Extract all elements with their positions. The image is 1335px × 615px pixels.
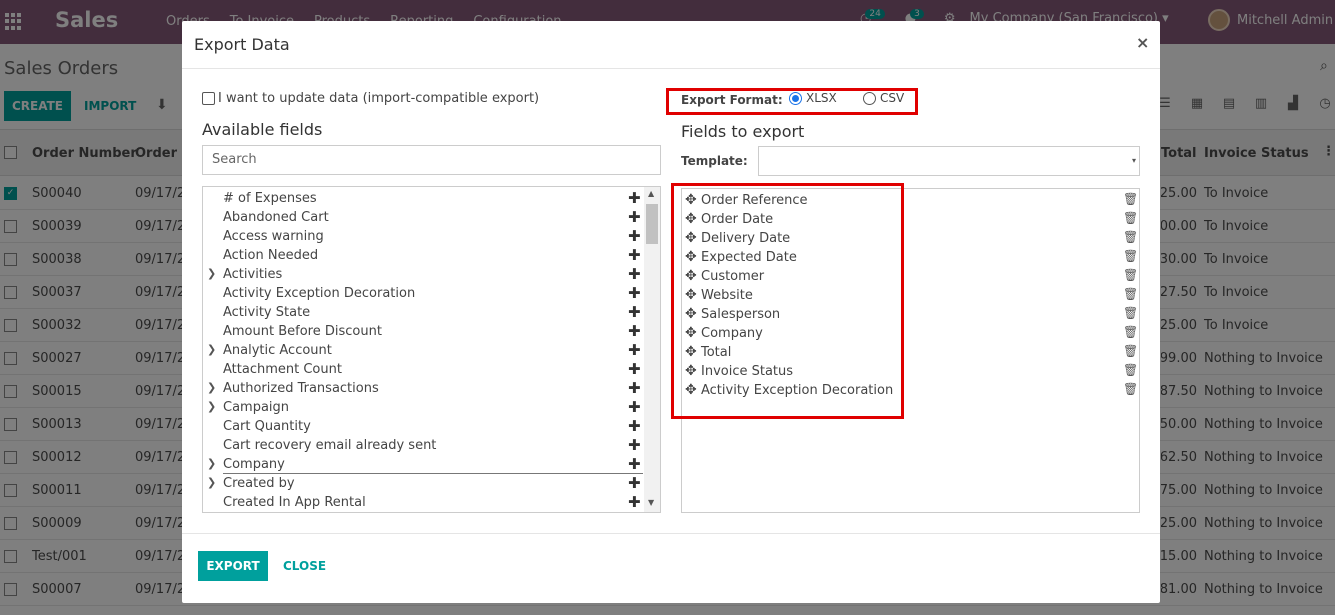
- add-field-icon[interactable]: ✚: [628, 417, 641, 435]
- add-field-icon[interactable]: ✚: [628, 227, 641, 245]
- available-field-label: Campaign: [223, 400, 290, 415]
- chevron-right-icon[interactable]: ❯: [207, 343, 216, 356]
- trash-icon[interactable]: 🗑: [1123, 325, 1138, 339]
- format-csv-option[interactable]: CSV: [863, 91, 904, 105]
- available-field-label: Action Needed: [223, 248, 319, 263]
- close-icon[interactable]: ×: [1136, 33, 1149, 52]
- chevron-right-icon[interactable]: ❯: [207, 457, 216, 470]
- close-button[interactable]: CLOSE: [283, 551, 326, 581]
- available-field-item[interactable]: # of Expenses ✚: [203, 189, 660, 208]
- trash-icon[interactable]: 🗑: [1123, 344, 1138, 358]
- available-field-label: Cart recovery email already sent: [223, 438, 437, 453]
- xlsx-label: XLSX: [806, 91, 837, 105]
- available-field-item[interactable]: Activity Exception Decoration ✚: [203, 284, 660, 303]
- template-label: Template:: [681, 154, 748, 168]
- chevron-right-icon[interactable]: ❯: [207, 381, 216, 394]
- add-field-icon[interactable]: ✚: [628, 379, 641, 397]
- scrollbar-thumb[interactable]: [646, 204, 658, 244]
- available-field-item[interactable]: Activity State ✚: [203, 303, 660, 322]
- add-field-icon[interactable]: ✚: [628, 455, 641, 473]
- available-field-label: Cart Quantity: [223, 419, 311, 434]
- add-field-icon[interactable]: ✚: [628, 474, 641, 492]
- trash-icon[interactable]: 🗑: [1123, 287, 1138, 301]
- export-format-label: Export Format:: [681, 93, 783, 107]
- add-field-icon[interactable]: ✚: [628, 246, 641, 264]
- export-button[interactable]: EXPORT: [198, 551, 268, 581]
- trash-icon[interactable]: 🗑: [1123, 363, 1138, 377]
- available-field-item[interactable]: Abandoned Cart ✚: [203, 208, 660, 227]
- add-field-icon[interactable]: ✚: [628, 284, 641, 302]
- add-field-icon[interactable]: ✚: [628, 360, 641, 378]
- scroll-down-arrow-icon[interactable]: ▼: [648, 498, 654, 507]
- available-field-label: Amount Before Discount: [223, 324, 382, 339]
- trash-icon[interactable]: 🗑: [1123, 249, 1138, 263]
- trash-icon[interactable]: 🗑: [1123, 268, 1138, 282]
- modal-title: Export Data: [194, 35, 290, 54]
- import-compatible-checkbox[interactable]: [202, 92, 215, 105]
- scroll-up-arrow-icon[interactable]: ▲: [648, 189, 654, 198]
- available-field-item[interactable]: ❯ Analytic Account ✚: [203, 341, 660, 360]
- available-field-item[interactable]: Access warning ✚: [203, 227, 660, 246]
- add-field-icon[interactable]: ✚: [628, 208, 641, 226]
- available-fields-list: # of Expenses ✚ Abandoned Cart ✚ Access warn…: [202, 186, 661, 513]
- available-field-item[interactable]: ❯ Authorized Transactions ✚: [203, 379, 660, 398]
- fields-highlight-box: [671, 183, 904, 419]
- add-field-icon[interactable]: ✚: [628, 493, 641, 511]
- chevron-down-icon: ▾: [1131, 156, 1136, 165]
- trash-icon[interactable]: 🗑: [1123, 306, 1138, 320]
- fields-to-export-title: Fields to export: [681, 122, 805, 141]
- trash-icon[interactable]: 🗑: [1123, 192, 1138, 206]
- scrollbar[interactable]: ▲ ▼: [644, 187, 660, 512]
- csv-radio[interactable]: [863, 91, 876, 105]
- add-field-icon[interactable]: ✚: [628, 322, 641, 340]
- available-field-item[interactable]: Created In App Rental ✚: [203, 493, 660, 512]
- available-field-label: Company: [223, 457, 285, 472]
- add-field-icon[interactable]: ✚: [628, 303, 641, 321]
- format-xlsx-option[interactable]: XLSX: [789, 91, 837, 105]
- available-field-label: Activity State: [223, 305, 311, 320]
- available-field-label: Created In App Rental: [223, 495, 366, 510]
- available-field-label: Created by: [223, 476, 295, 491]
- trash-icon[interactable]: 🗑: [1123, 211, 1138, 225]
- chevron-right-icon[interactable]: ❯: [207, 400, 216, 413]
- available-field-label: Attachment Count: [223, 362, 342, 377]
- available-field-item[interactable]: Action Needed ✚: [203, 246, 660, 265]
- available-field-label: Access warning: [223, 229, 324, 244]
- field-search-input[interactable]: Search: [202, 145, 661, 175]
- available-field-label: Abandoned Cart: [223, 210, 329, 225]
- template-select[interactable]: ▾: [758, 146, 1140, 176]
- available-field-item[interactable]: ❯ Activities ✚: [203, 265, 660, 284]
- available-field-item[interactable]: Amount Before Discount ✚: [203, 322, 660, 341]
- chevron-right-icon[interactable]: ❯: [207, 267, 216, 280]
- available-field-label: # of Expenses: [223, 191, 317, 206]
- available-field-label: Analytic Account: [223, 343, 332, 358]
- import-compatible-toggle[interactable]: I want to update data (import-compatible…: [202, 91, 539, 106]
- available-field-item[interactable]: ❯ Campaign ✚: [203, 398, 660, 417]
- available-field-label: Activities: [223, 267, 283, 282]
- available-field-item[interactable]: Attachment Count ✚: [203, 360, 660, 379]
- export-dialog: Export Data × I want to update data (imp…: [182, 21, 1160, 603]
- add-field-icon[interactable]: ✚: [628, 436, 641, 454]
- available-fields-title: Available fields: [202, 120, 323, 139]
- import-compatible-label: I want to update data (import-compatible…: [218, 91, 540, 106]
- xlsx-radio[interactable]: [789, 91, 802, 105]
- available-field-label: Activity Exception Decoration: [223, 286, 416, 301]
- available-field-label: Authorized Transactions: [223, 381, 379, 396]
- chevron-right-icon[interactable]: ❯: [207, 476, 216, 489]
- available-field-item[interactable]: Cart recovery email already sent ✚: [203, 436, 660, 455]
- add-field-icon[interactable]: ✚: [628, 341, 641, 359]
- add-field-icon[interactable]: ✚: [628, 398, 641, 416]
- csv-label: CSV: [880, 91, 905, 105]
- trash-icon[interactable]: 🗑: [1123, 382, 1138, 396]
- trash-icon[interactable]: 🗑: [1123, 230, 1138, 244]
- modal-header: Export Data ×: [182, 21, 1160, 69]
- available-field-item[interactable]: ❯ Created by ✚: [203, 474, 660, 493]
- available-field-item[interactable]: Cart Quantity ✚: [203, 417, 660, 436]
- available-field-item[interactable]: ❯ Company ✚: [207, 455, 643, 474]
- add-field-icon[interactable]: ✚: [628, 265, 641, 283]
- add-field-icon[interactable]: ✚: [628, 189, 641, 207]
- modal-footer: EXPORT CLOSE: [182, 533, 1160, 603]
